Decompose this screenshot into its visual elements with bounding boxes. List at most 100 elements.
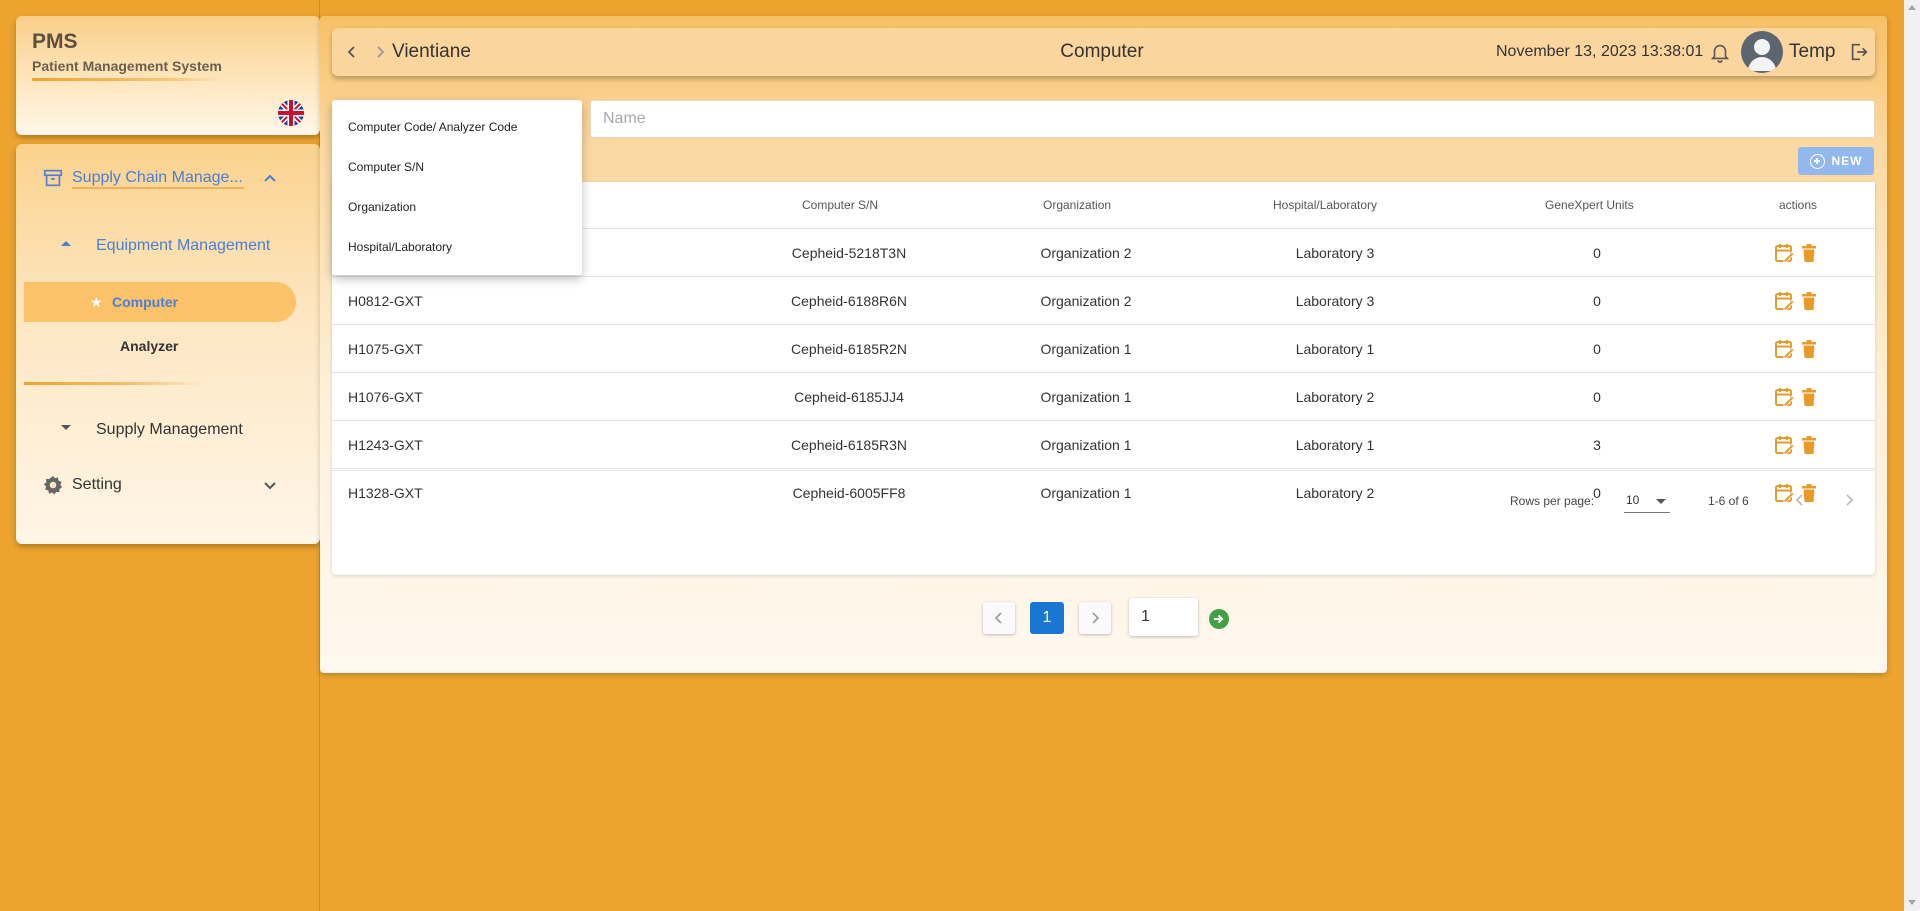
edit-calendar-icon[interactable] [1773,338,1795,360]
uk-flag-icon[interactable] [278,100,304,126]
cell-genexpert-units: 0 [1593,245,1601,261]
menu-item-computer-code[interactable]: Computer Code/ Analyzer Code [332,107,582,147]
new-button-label: NEW [1831,154,1863,168]
column-header-organization[interactable]: Organization [1043,198,1111,212]
star-icon: ★ [90,294,103,310]
brand-underline [32,78,222,81]
cell-organization: Organization 1 [1040,389,1132,405]
cell-computer-code: H1243-GXT [348,437,423,453]
scroll-down-arrow-icon[interactable] [1908,900,1916,905]
menu-item-hospital-laboratory[interactable]: Hospital/Laboratory [332,227,582,267]
nav-sub-supply-label: Supply Management [96,421,243,438]
new-button[interactable]: NEW [1798,147,1874,175]
filter-field-menu: Computer Code/ Analyzer Code Computer S/… [332,100,582,275]
delete-icon[interactable] [1798,386,1820,408]
pager-previous-button[interactable] [983,602,1015,634]
bell-icon[interactable] [1709,41,1731,63]
pager-next-button[interactable] [1079,602,1111,634]
search-input[interactable] [590,100,1875,138]
cell-organization: Organization 2 [1040,245,1132,261]
cell-genexpert-units: 0 [1593,293,1601,309]
cell-genexpert-units: 0 [1593,389,1601,405]
archive-box-icon [43,169,63,187]
cell-computer-sn: Cepheid-6188R6N [791,293,907,309]
table-row[interactable]: H1243-GXT Cepheid-6185R3N Organization 1 La… [332,420,1875,468]
table-row[interactable]: H1076-GXT Cepheid-6185JJ4 Organization 1 La… [332,372,1875,420]
location-title: Vientiane [392,41,471,62]
go-arrow-icon[interactable] [1209,609,1229,629]
cell-computer-code: H0812-GXT [348,293,423,309]
cell-organization: Organization 2 [1040,293,1132,309]
dropdown-arrow-icon [1656,499,1666,504]
app-subtitle: Patient Management System [32,58,222,74]
column-header-hospital-laboratory[interactable]: Hospital/Laboratory [1273,198,1377,212]
cell-genexpert-units: 0 [1593,341,1601,357]
delete-icon[interactable] [1798,290,1820,312]
nav-group-setting[interactable]: Setting [16,463,320,507]
cell-computer-sn: Cepheid-6185R2N [791,341,907,357]
rows-per-page-select[interactable]: 10 [1624,489,1670,513]
brand-card: PMS Patient Management System [16,16,320,135]
cell-computer-sn: Cepheid-6185JJ4 [794,389,904,405]
rows-per-page-value: 10 [1626,493,1640,507]
chevron-left-icon [994,612,1002,624]
nav-sub-supply-management[interactable]: Supply Management [16,410,320,450]
previous-page-icon[interactable] [1789,489,1811,511]
edit-calendar-icon[interactable] [1773,290,1795,312]
page-number-input[interactable] [1129,598,1198,636]
cell-organization: Organization 1 [1040,437,1132,453]
cell-computer-code: H1076-GXT [348,389,423,405]
cell-hospital-laboratory: Laboratory 2 [1295,389,1375,405]
page-scrollbar[interactable] [1904,0,1920,911]
nav-separator [24,382,204,385]
next-page-icon[interactable] [1838,489,1860,511]
logout-icon[interactable] [1848,41,1870,63]
back-arrow-icon[interactable] [342,42,362,62]
edit-calendar-icon[interactable] [1773,386,1795,408]
sidebar-item-analyzer[interactable]: Analyzer [24,326,296,366]
column-header-genexpert-units[interactable]: GeneXpert Units [1545,198,1634,212]
forward-arrow-icon[interactable] [370,42,390,62]
chevron-right-icon [1092,612,1100,624]
add-circle-icon [1809,153,1825,169]
column-header-computer-sn[interactable]: Computer S/N [802,198,878,212]
nav-sub-equipment-management[interactable]: Equipment Management [16,226,320,266]
cell-genexpert-units: 3 [1593,437,1601,453]
nav-group-supply-chain[interactable]: Supply Chain Manage... [16,156,320,200]
cell-computer-sn: Cepheid-5218T3N [791,245,907,261]
pager-page-button[interactable]: 1 [1030,602,1064,634]
column-header-actions: actions [1779,198,1818,212]
scroll-up-arrow-icon[interactable] [1908,5,1916,10]
chevron-up-icon [264,174,276,182]
cell-hospital-laboratory: Laboratory 1 [1295,437,1375,453]
delete-icon[interactable] [1798,338,1820,360]
menu-item-label: Computer Code/ Analyzer Code [348,120,518,134]
menu-item-organization[interactable]: Organization [332,187,582,227]
chevron-down-icon [264,482,276,490]
sidebar-item-computer[interactable]: ★ Computer [24,282,296,322]
menu-item-label: Organization [348,200,417,214]
top-bar: Vientiane Computer November 13, 2023 13:… [332,28,1875,76]
nav-group-supply-chain-label: Supply Chain Manage... [72,169,243,186]
edit-calendar-icon[interactable] [1773,434,1795,456]
pagination-range: 1-6 of 6 [1708,494,1749,508]
app-title: PMS [32,30,78,53]
sidebar-item-analyzer-label: Analyzer [120,338,179,354]
rows-per-page-label: Rows per page: [1510,494,1595,508]
caret-down-icon [61,425,71,430]
table-row[interactable]: H1075-GXT Cepheid-6185R2N Organization 1 La… [332,324,1875,372]
menu-item-label: Hospital/Laboratory [348,240,453,254]
delete-icon[interactable] [1798,242,1820,264]
sidebar-item-computer-label: Computer [112,294,179,310]
caret-up-icon [61,241,71,246]
table-row[interactable]: H0812-GXT Cepheid-6188R6N Organization 2 La… [332,276,1875,324]
menu-item-computer-sn[interactable]: Computer S/N [332,147,582,187]
cell-hospital-laboratory: Laboratory 1 [1295,341,1375,357]
cell-hospital-laboratory: Laboratory 3 [1295,245,1375,261]
delete-icon[interactable] [1798,434,1820,456]
edit-calendar-icon[interactable] [1773,242,1795,264]
nav-group-underline [72,187,244,189]
gear-icon [43,475,63,495]
avatar[interactable] [1741,31,1783,73]
sidebar-nav: Supply Chain Manage... Equipment Managem… [16,144,320,544]
